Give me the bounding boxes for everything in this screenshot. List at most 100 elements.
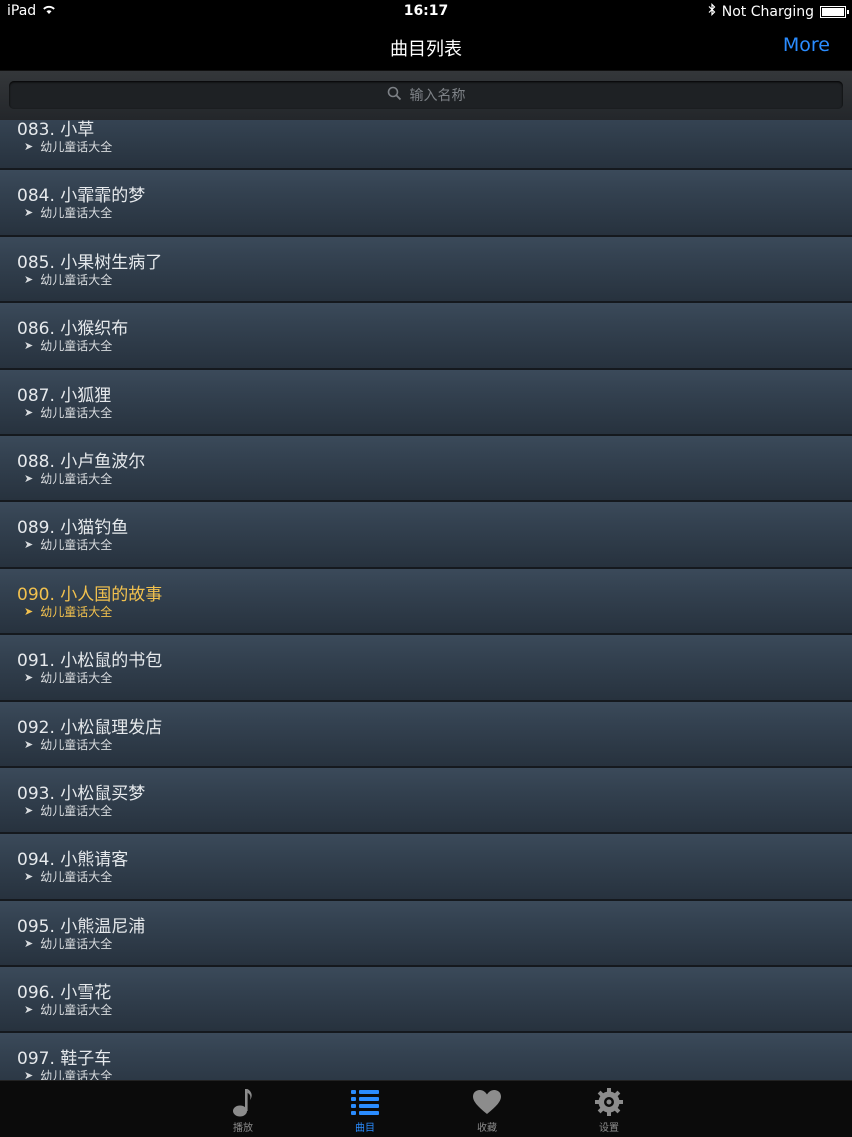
search-placeholder: 输入名称	[409, 88, 466, 104]
track-title: 090. 小人国的故事	[17, 584, 163, 605]
list-item[interactable]: 088. 小卢鱼波尔 ➤ 幼儿童话大全	[0, 435, 852, 503]
tab-play[interactable]: 播放	[213, 1085, 273, 1134]
track-subtitle: ➤ 幼儿童话大全	[24, 470, 112, 487]
tab-settings-label: 设置	[599, 1123, 619, 1134]
track-album: 幼儿童话大全	[40, 140, 113, 154]
track-subtitle: ➤ 幼儿童话大全	[24, 603, 112, 620]
track-list[interactable]: 083. 小草 ➤ 幼儿童话大全 084. 小霏霏的梦 ➤ 幼儿童话大全 085. 小果树生…	[0, 120, 852, 1080]
tab-bar: 播放 曲目 收藏 设置	[0, 1080, 852, 1137]
play-arrow-icon: ➤	[24, 339, 34, 353]
track-album: 幼儿童话大全	[40, 604, 113, 619]
tab-favorites-label: 收藏	[477, 1123, 497, 1134]
play-arrow-icon: ➤	[24, 272, 34, 286]
play-arrow-icon: ➤	[24, 803, 34, 817]
track-title: 091. 小松鼠的书包	[17, 651, 163, 672]
list-item[interactable]: 093. 小松鼠买梦 ➤ 幼儿童话大全	[0, 767, 852, 835]
list-item[interactable]: 086. 小猴织布 ➤ 幼儿童话大全	[0, 303, 852, 370]
track-title: 094. 小熊请客	[17, 850, 129, 871]
list-item[interactable]: 092. 小松鼠理发店 ➤ 幼儿童话大全	[0, 701, 852, 768]
track-album: 幼儿童话大全	[40, 1069, 113, 1080]
page-title: 曲目列表	[390, 39, 462, 60]
track-album: 幼儿童话大全	[40, 538, 113, 553]
battery-status-text: Not Charging	[721, 3, 814, 20]
play-arrow-icon: ➤	[24, 737, 34, 751]
search-bar: 输入名称	[0, 70, 852, 121]
play-arrow-icon: ➤	[24, 936, 34, 950]
music-note-icon	[213, 1085, 273, 1119]
search-input[interactable]: 输入名称	[9, 81, 843, 109]
list-item[interactable]: 089. 小猫钓鱼 ➤ 幼儿童话大全	[0, 502, 852, 569]
track-title: 089. 小猫钓鱼	[17, 518, 129, 539]
track-album: 幼儿童话大全	[40, 339, 113, 354]
list-item[interactable]: 091. 小松鼠的书包 ➤ 幼儿童话大全	[0, 635, 852, 702]
tab-settings[interactable]: 设置	[579, 1085, 639, 1134]
status-bar: iPad 16:17 Not Charging	[0, 0, 852, 24]
navigation-bar: 曲目列表 More	[0, 24, 852, 70]
track-title: 097. 鞋子车	[17, 1049, 112, 1070]
track-title: 088. 小卢鱼波尔	[17, 451, 146, 472]
tab-play-label: 播放	[233, 1123, 253, 1134]
list-item[interactable]: 090. 小人国的故事 ➤ 幼儿童话大全	[0, 568, 852, 636]
track-subtitle: ➤ 幼儿童话大全	[24, 802, 112, 819]
gear-icon	[579, 1085, 639, 1119]
more-button[interactable]: More	[783, 34, 830, 56]
track-title: 083. 小草	[17, 120, 95, 140]
play-arrow-icon: ➤	[24, 206, 34, 220]
track-album: 幼儿童话大全	[40, 671, 113, 686]
track-album: 幼儿童话大全	[40, 936, 113, 951]
play-arrow-icon: ➤	[24, 870, 34, 884]
track-subtitle: ➤ 幼儿童话大全	[24, 1001, 112, 1018]
track-title: 092. 小松鼠理发店	[17, 717, 163, 738]
track-album: 幼儿童话大全	[40, 471, 113, 486]
heart-icon	[457, 1085, 517, 1119]
list-item[interactable]: 095. 小熊温尼浦 ➤ 幼儿童话大全	[0, 900, 852, 968]
tab-favorites[interactable]: 收藏	[457, 1085, 517, 1134]
play-arrow-icon: ➤	[24, 671, 34, 685]
track-subtitle: ➤ 幼儿童话大全	[24, 868, 112, 885]
track-album: 幼儿童话大全	[40, 272, 113, 287]
list-item[interactable]: 097. 鞋子车 ➤ 幼儿童话大全	[0, 1033, 852, 1080]
play-arrow-icon: ➤	[24, 471, 34, 485]
tab-tracks[interactable]: 曲目	[335, 1085, 395, 1134]
search-icon	[387, 86, 402, 105]
play-arrow-icon: ➤	[24, 140, 34, 153]
track-subtitle: ➤ 幼儿童话大全	[24, 736, 112, 753]
track-title: 096. 小雪花	[17, 983, 112, 1004]
track-album: 幼儿童话大全	[40, 870, 113, 885]
track-album: 幼儿童话大全	[40, 737, 113, 752]
list-item[interactable]: 084. 小霏霏的梦 ➤ 幼儿童话大全	[0, 170, 852, 237]
list-item[interactable]: 096. 小雪花 ➤ 幼儿童话大全	[0, 967, 852, 1034]
track-subtitle: ➤ 幼儿童话大全	[24, 271, 112, 288]
track-title: 084. 小霏霏的梦	[17, 186, 146, 207]
track-title: 085. 小果树生病了	[17, 252, 163, 273]
track-subtitle: ➤ 幼儿童话大全	[24, 204, 112, 221]
list-item[interactable]: 094. 小熊请客 ➤ 幼儿童话大全	[0, 834, 852, 901]
track-subtitle: ➤ 幼儿童话大全	[24, 536, 112, 553]
track-album: 幼儿童话大全	[40, 206, 113, 221]
tab-tracks-label: 曲目	[355, 1123, 375, 1134]
track-album: 幼儿童话大全	[40, 1003, 113, 1018]
track-album: 幼儿童话大全	[40, 803, 113, 818]
play-arrow-icon: ➤	[24, 604, 34, 618]
list-item[interactable]: 087. 小狐狸 ➤ 幼儿童话大全	[0, 369, 852, 436]
track-subtitle: ➤ 幼儿童话大全	[24, 1067, 112, 1080]
track-subtitle: ➤ 幼儿童话大全	[24, 138, 112, 155]
list-item[interactable]: 083. 小草 ➤ 幼儿童话大全	[0, 120, 852, 171]
bluetooth-icon	[708, 3, 716, 20]
track-title: 087. 小狐狸	[17, 385, 112, 406]
play-arrow-icon: ➤	[24, 1003, 34, 1017]
play-arrow-icon: ➤	[24, 1069, 34, 1080]
track-subtitle: ➤ 幼儿童话大全	[24, 404, 112, 421]
battery-icon	[820, 5, 849, 18]
list-item[interactable]: 085. 小果树生病了 ➤ 幼儿童话大全	[0, 236, 852, 304]
track-title: 095. 小熊温尼浦	[17, 916, 146, 937]
track-title: 086. 小猴织布	[17, 319, 129, 340]
track-album: 幼儿童话大全	[40, 405, 113, 420]
track-subtitle: ➤ 幼儿童话大全	[24, 935, 112, 952]
track-title: 093. 小松鼠买梦	[17, 783, 146, 804]
play-arrow-icon: ➤	[24, 405, 34, 419]
list-icon	[335, 1085, 395, 1119]
track-subtitle: ➤ 幼儿童话大全	[24, 669, 112, 686]
play-arrow-icon: ➤	[24, 538, 34, 552]
track-subtitle: ➤ 幼儿童话大全	[24, 337, 112, 354]
